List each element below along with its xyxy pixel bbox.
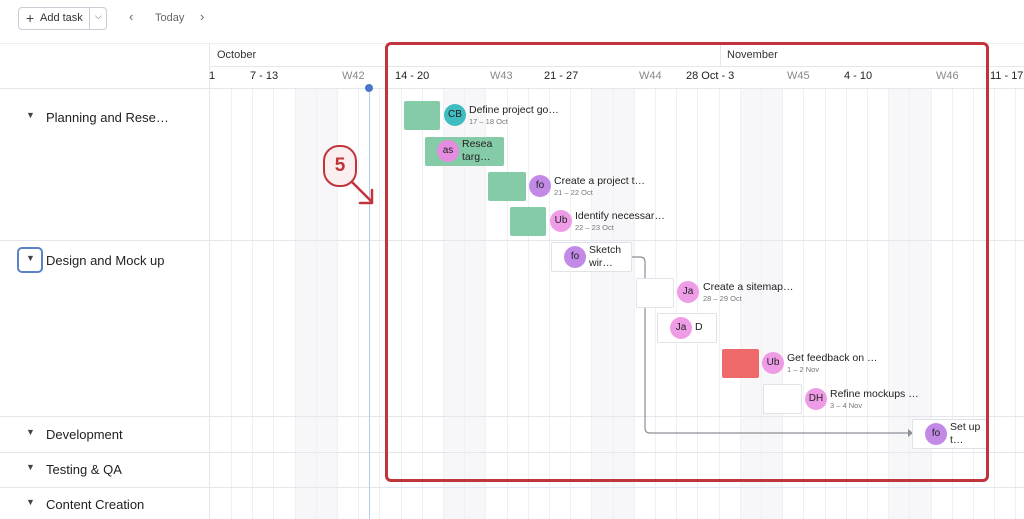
task-name: Refine mockups …	[830, 388, 919, 400]
task-name: Set up t…	[950, 421, 981, 446]
task-name: Create a project t…	[554, 175, 646, 187]
avatar[interactable]: DH	[805, 388, 827, 410]
task-name: Resea targ…	[462, 138, 493, 163]
task-name: D	[695, 321, 703, 333]
avatar[interactable]: fo	[529, 175, 551, 197]
task-dates: 3 – 4 Nov	[830, 401, 863, 410]
task-bar[interactable]	[488, 172, 526, 201]
avatar[interactable]: Ja	[677, 281, 699, 303]
avatar[interactable]: Ja	[670, 317, 692, 339]
task-name: Define project go…	[469, 104, 559, 116]
task-dates: 21 – 22 Oct	[554, 188, 593, 197]
task-dates: 1 – 2 Nov	[787, 365, 820, 374]
avatar[interactable]: fo	[564, 246, 586, 268]
avatar[interactable]: Ub	[762, 352, 784, 374]
task-bar[interactable]	[510, 207, 546, 236]
task-name: Sketch wir…	[589, 244, 622, 269]
avatar[interactable]: fo	[925, 423, 947, 445]
avatar[interactable]: as	[437, 140, 459, 162]
task-name: Get feedback on …	[787, 352, 878, 364]
task-dates: 28 – 29 Oct	[703, 294, 742, 303]
avatar[interactable]: Ub	[550, 210, 572, 232]
task-bar[interactable]	[722, 349, 759, 378]
task-name: Identify necessar…	[575, 210, 665, 222]
task-bar[interactable]	[636, 278, 674, 308]
task-bar[interactable]	[404, 101, 440, 130]
avatar[interactable]: CB	[444, 104, 466, 126]
task-bar[interactable]	[763, 384, 802, 414]
arrow-icon	[350, 180, 374, 205]
task-dates: 17 – 18 Oct	[469, 117, 508, 126]
dependency-arrow	[632, 256, 913, 437]
task-dates: 22 – 23 Oct	[575, 223, 614, 232]
task-name: Create a sitemap…	[703, 281, 794, 293]
